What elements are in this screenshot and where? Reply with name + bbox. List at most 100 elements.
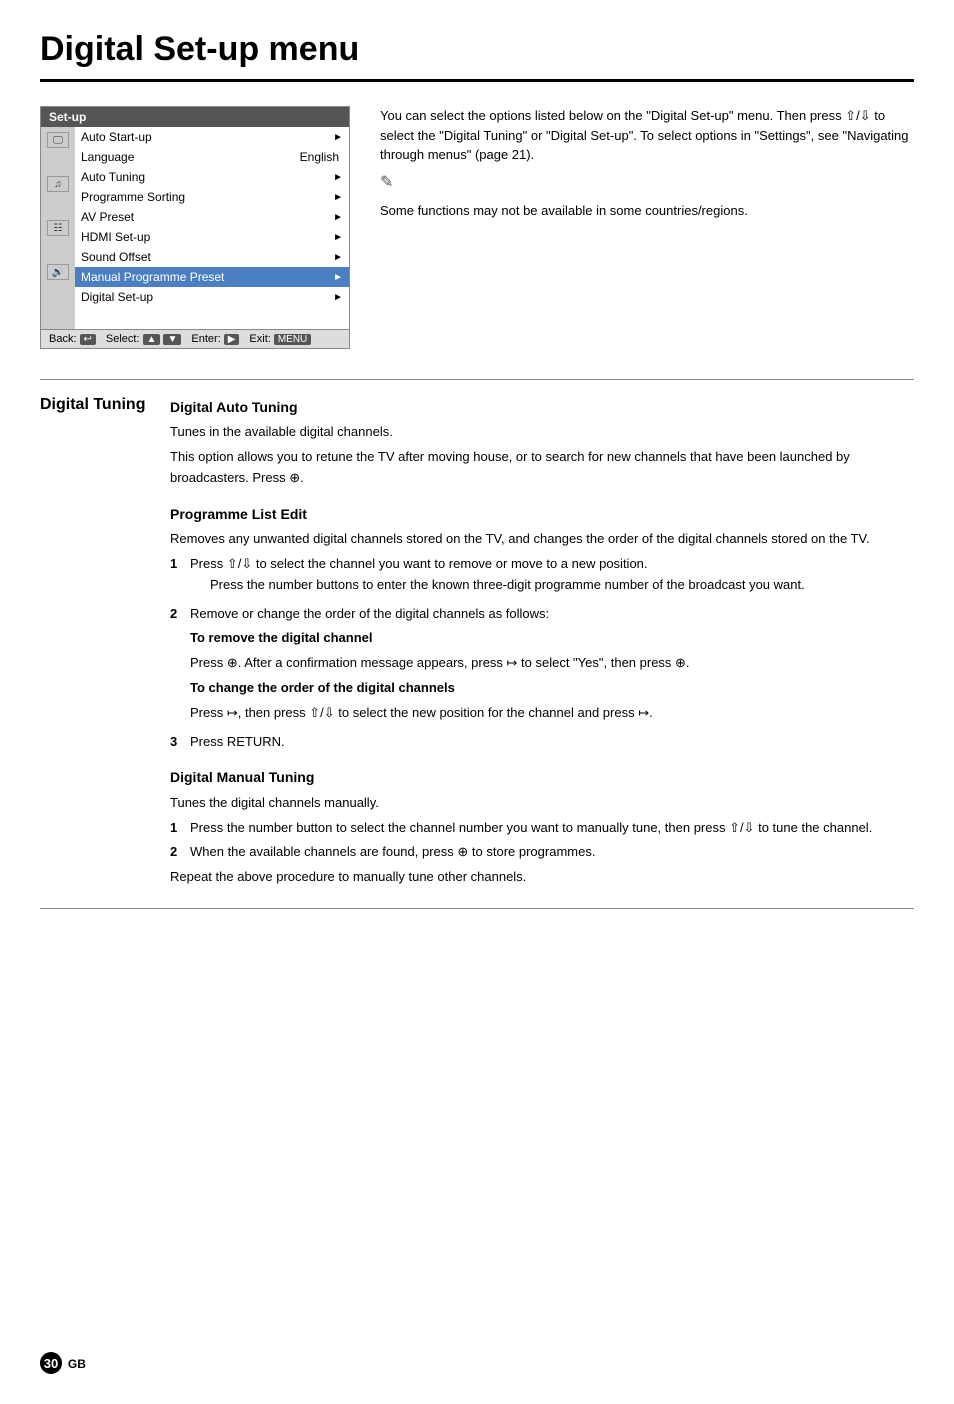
page-title: Digital Set-up menu: [40, 30, 914, 82]
menu-footer: Back: ↩ Select: ▲ ▼ Enter: ▶ Exit: MENU: [41, 329, 349, 348]
menu-item-digital-setup[interactable]: Digital Set-up ►: [75, 287, 349, 307]
step-content: Press RETURN.: [190, 732, 914, 753]
enter-button[interactable]: ▶: [224, 334, 240, 345]
menu-icon-list: ☷: [41, 217, 75, 239]
select-control: Select: ▲ ▼: [106, 333, 181, 345]
sub-text-remove: Press ⊕. After a confirmation message ap…: [190, 653, 914, 674]
sub-text-change-order: Press ↦, then press ⇧/⇩ to select the ne…: [190, 703, 914, 724]
menu-icon-blank3: [41, 239, 75, 261]
menu-icon-blank4: [41, 283, 75, 305]
menu-icon-blank1: [41, 151, 75, 173]
exit-button[interactable]: MENU: [274, 334, 311, 345]
menu-item-label: AV Preset: [81, 210, 333, 224]
menu-item-label: Manual Programme Preset: [81, 270, 333, 284]
enter-label: Enter:: [191, 333, 220, 345]
digital-manual-steps: 1 Press the number button to select the …: [170, 818, 914, 864]
language-value: English: [300, 150, 339, 164]
subsection-title-digital-manual-tuning: Digital Manual Tuning: [170, 766, 914, 788]
step-number: 1: [170, 818, 184, 839]
section-label-digital-tuning: Digital Tuning: [40, 396, 170, 892]
menu-item-auto-tuning[interactable]: Auto Tuning ►: [75, 167, 349, 187]
auto-tuning-p1: Tunes in the available digital channels.: [170, 422, 914, 443]
step-1: 1 Press ⇧/⇩ to select the channel you wa…: [170, 554, 914, 600]
manual-step-2: 2 When the available channels are found,…: [170, 842, 914, 863]
description-area: You can select the options listed below …: [380, 106, 914, 349]
menu-item-label: Auto Tuning: [81, 170, 333, 184]
menu-body: 🖵 ♫ ☷ 🔊: [41, 127, 349, 329]
menu-header: Set-up: [41, 107, 349, 127]
section-content-digital-tuning: Digital Auto Tuning Tunes in the availab…: [170, 396, 914, 892]
top-section: Set-up 🖵 ♫ ☷ �: [40, 106, 914, 349]
menu-icon-music: ♫: [41, 173, 75, 195]
arrow-icon: ►: [333, 212, 343, 223]
step-number: 1: [170, 554, 184, 600]
menu-item-hdmi-setup[interactable]: HDMI Set-up ►: [75, 227, 349, 247]
select-label: Select:: [106, 333, 140, 345]
menu-icon-tv: 🖵: [41, 129, 75, 151]
menu-icon-blank2: [41, 195, 75, 217]
step-content: Remove or change the order of the digita…: [190, 604, 914, 728]
menu-item-av-preset[interactable]: AV Preset ►: [75, 207, 349, 227]
digital-manual-trailing: Repeat the above procedure to manually t…: [170, 867, 914, 888]
menu-items-list: Auto Start-up ► Language English Auto Tu…: [75, 127, 349, 329]
select-up-button[interactable]: ▲: [143, 334, 161, 345]
arrow-icon: ►: [333, 172, 343, 183]
menu-item-label: HDMI Set-up: [81, 230, 333, 244]
menu-item-label: Sound Offset: [81, 250, 333, 264]
arrow-icon: ►: [333, 192, 343, 203]
enter-control: Enter: ▶: [191, 333, 239, 345]
menu-item-language[interactable]: Language English: [75, 147, 349, 167]
auto-tuning-p2: This option allows you to retune the TV …: [170, 447, 914, 489]
page-suffix: GB: [68, 1357, 86, 1371]
select-down-button[interactable]: ▼: [163, 334, 181, 345]
step-1-sub: Press the number buttons to enter the kn…: [190, 575, 914, 596]
note-text: Some functions may not be available in s…: [380, 201, 914, 221]
exit-label: Exit:: [249, 333, 270, 345]
menu-item-sound-offset[interactable]: Sound Offset ►: [75, 247, 349, 267]
music-icon: ♫: [47, 176, 69, 192]
subsection-title-auto-tuning: Digital Auto Tuning: [170, 396, 914, 418]
step-number: 2: [170, 842, 184, 863]
subsection-title-programme-list-edit: Programme List Edit: [170, 503, 914, 525]
menu-icon-speaker: 🔊: [41, 261, 75, 283]
page-number-badge: 30: [40, 1352, 62, 1374]
arrow-icon: ►: [333, 252, 343, 263]
menu-icon-blank5: [41, 305, 75, 327]
exit-control: Exit: MENU: [249, 333, 311, 345]
menu-icons-column: 🖵 ♫ ☷ 🔊: [41, 127, 75, 329]
digital-manual-p1: Tunes the digital channels manually.: [170, 793, 914, 814]
back-control: Back: ↩: [49, 333, 96, 345]
menu-item-label: Digital Set-up: [81, 290, 333, 304]
step-content: When the available channels are found, p…: [190, 842, 914, 863]
menu-item-label: Auto Start-up: [81, 130, 333, 144]
menu-item-manual-programme-preset[interactable]: Manual Programme Preset ►: [75, 267, 349, 287]
sub-title-change-order: To change the order of the digital chann…: [190, 678, 914, 699]
programme-list-steps: 1 Press ⇧/⇩ to select the channel you wa…: [170, 554, 914, 752]
arrow-icon: ►: [333, 232, 343, 243]
speaker-icon: 🔊: [47, 264, 69, 280]
tv-icon: 🖵: [47, 132, 69, 148]
sub-title-remove: To remove the digital channel: [190, 628, 914, 649]
arrow-icon: ►: [333, 272, 343, 283]
arrow-icon: ►: [333, 292, 343, 303]
arrow-icon: ►: [333, 132, 343, 143]
menu-item-programme-sorting[interactable]: Programme Sorting ►: [75, 187, 349, 207]
menu-box: Set-up 🖵 ♫ ☷ �: [40, 106, 350, 349]
note-icon: ✎: [380, 171, 914, 195]
step-content: Press the number button to select the ch…: [190, 818, 914, 839]
step-number: 3: [170, 732, 184, 753]
step-number: 2: [170, 604, 184, 728]
content-section-digital-tuning: Digital Tuning Digital Auto Tuning Tunes…: [40, 379, 914, 909]
step-2: 2 Remove or change the order of the digi…: [170, 604, 914, 728]
step-3: 3 Press RETURN.: [170, 732, 914, 753]
list-icon: ☷: [47, 220, 69, 236]
page-number-area: 30 GB: [40, 1352, 86, 1374]
manual-step-1: 1 Press the number button to select the …: [170, 818, 914, 839]
description-text: You can select the options listed below …: [380, 106, 914, 165]
step-content: Press ⇧/⇩ to select the channel you want…: [190, 554, 914, 600]
menu-item-auto-startup[interactable]: Auto Start-up ►: [75, 127, 349, 147]
menu-item-label: Programme Sorting: [81, 190, 333, 204]
programme-list-p1: Removes any unwanted digital channels st…: [170, 529, 914, 550]
back-label: Back:: [49, 333, 77, 345]
back-button[interactable]: ↩: [80, 334, 96, 345]
